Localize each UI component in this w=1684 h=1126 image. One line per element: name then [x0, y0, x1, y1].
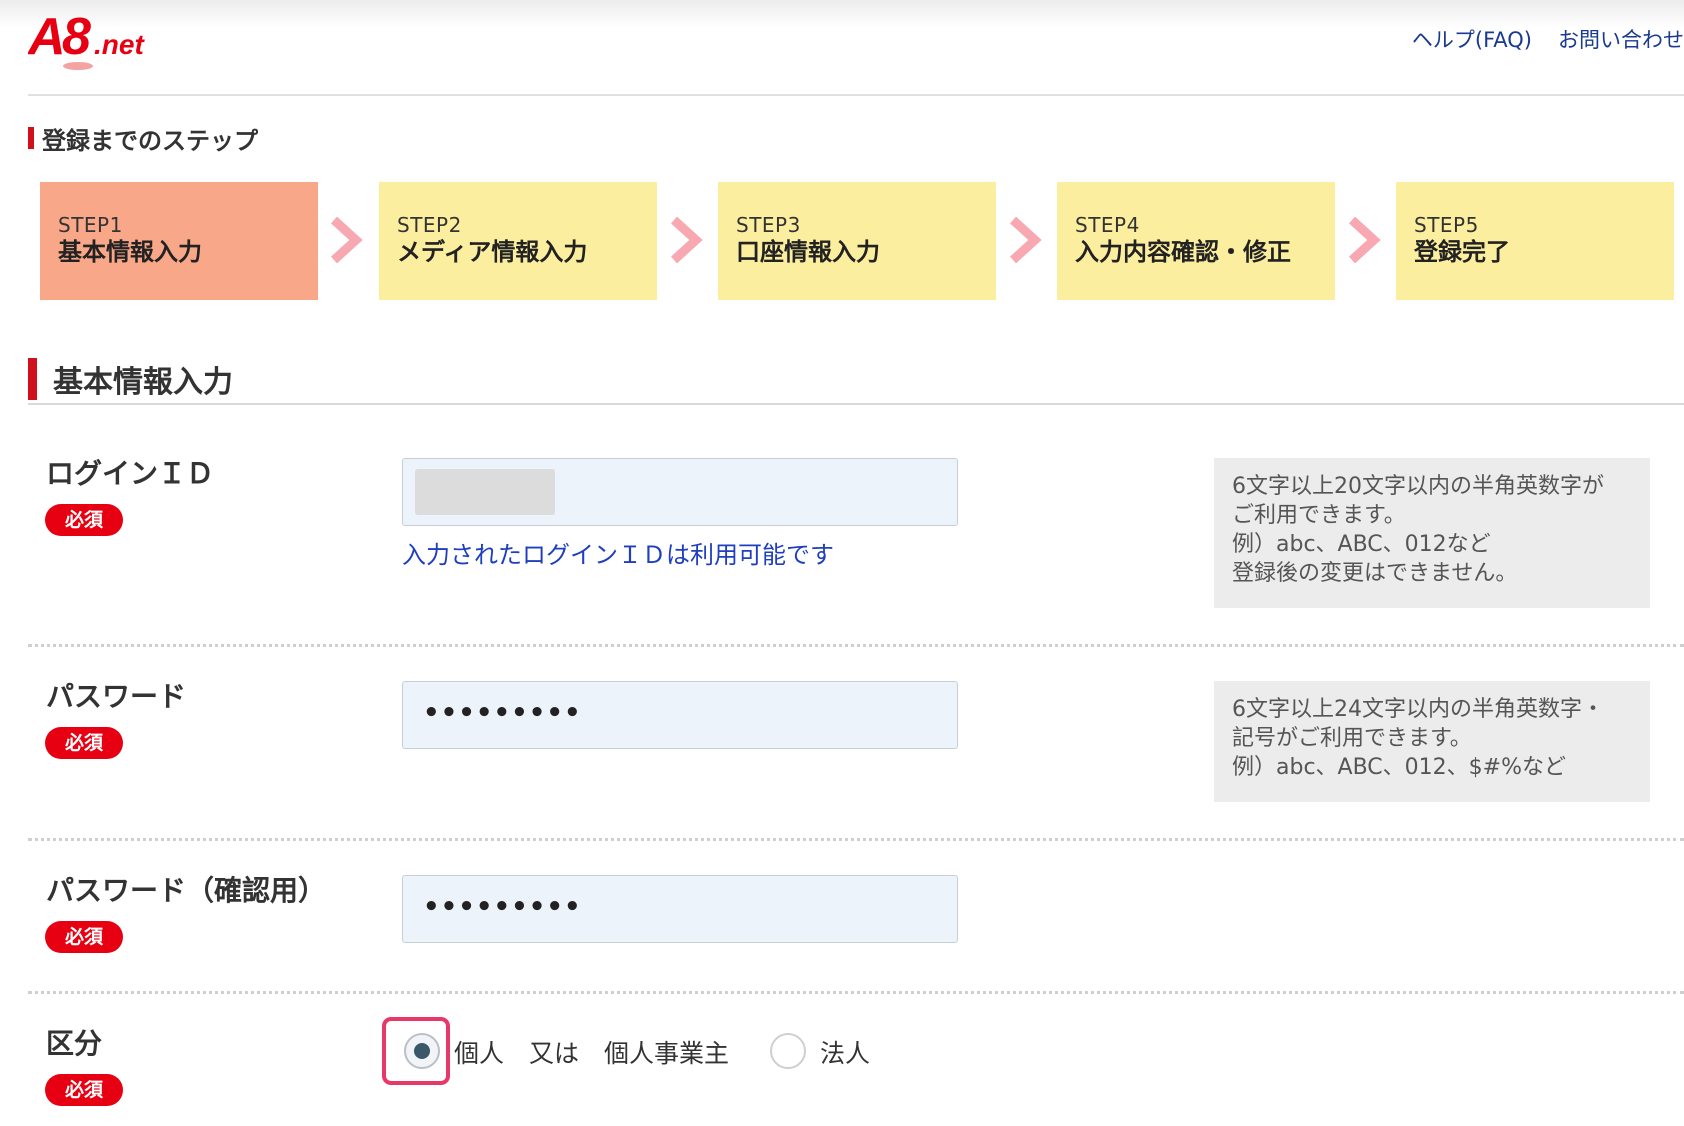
chevron-right-icon [1009, 216, 1042, 264]
password-confirm-label: パスワード（確認用） [46, 874, 327, 907]
login-id-label: ログインＩＤ [46, 457, 215, 490]
field-separator [28, 991, 1684, 994]
password-help: 6文字以上24文字以内の半角英数字・ 記号がご利用できます。 例）abc、ABC… [1214, 681, 1650, 802]
help-line: 6文字以上24文字以内の半角英数字・ [1232, 697, 1604, 722]
login-id-help: 6文字以上20文字以内の半角英数字が ご利用できます。 例）abc、ABC、01… [1214, 458, 1650, 608]
svg-text:A: A [28, 8, 66, 66]
chevron-right-icon [670, 216, 703, 264]
required-badge: 必須 [45, 504, 123, 536]
step-5: STEP5 登録完了 [1396, 182, 1674, 300]
header-links: ヘルプ(FAQ) お問い合わせ [1412, 24, 1684, 54]
header-divider [28, 94, 1684, 96]
step-number: STEP2 [397, 213, 462, 237]
contact-link[interactable]: お問い合わせ [1558, 24, 1684, 54]
radio-individual-label[interactable]: 個人 又は 個人事業主 [454, 1034, 729, 1070]
help-line: 例）abc、ABC、012など [1232, 532, 1491, 557]
password-label: パスワード [46, 680, 187, 713]
a8net-logo[interactable]: A 8 .net [28, 4, 178, 72]
steps-title: 登録までのステップ [42, 126, 258, 155]
password-confirm-input[interactable]: ••••••••• [402, 875, 958, 943]
step-label: 登録完了 [1414, 238, 1510, 266]
required-badge: 必須 [45, 1074, 123, 1106]
section-title: 基本情報入力 [53, 365, 233, 400]
help-faq-link[interactable]: ヘルプ(FAQ) [1412, 24, 1532, 54]
field-separator [28, 644, 1684, 647]
login-id-input[interactable] [402, 458, 958, 526]
step-number: STEP4 [1075, 213, 1140, 237]
required-badge: 必須 [45, 727, 123, 759]
step-number: STEP3 [736, 213, 801, 237]
chevron-right-icon [1348, 216, 1381, 264]
required-badge: 必須 [45, 921, 123, 953]
step-number: STEP1 [58, 213, 123, 237]
help-line: 例）abc、ABC、012、$#%など [1232, 755, 1566, 780]
step-number: STEP5 [1414, 213, 1479, 237]
password-input[interactable]: ••••••••• [402, 681, 958, 749]
help-line: ご利用できます。 [1232, 503, 1406, 528]
password-confirm-value: ••••••••• [423, 892, 582, 922]
step-2: STEP2 メディア情報入力 [379, 182, 657, 300]
radio-corporation-label[interactable]: 法人 [820, 1034, 870, 1070]
step-label: 口座情報入力 [736, 238, 880, 266]
section-heading: 基本情報入力 [28, 358, 233, 400]
section-divider [28, 403, 1684, 405]
step-4: STEP4 入力内容確認・修正 [1057, 182, 1335, 300]
help-line: 6文字以上20文字以内の半角英数字が [1232, 474, 1604, 499]
field-separator [28, 838, 1684, 841]
svg-text:8: 8 [62, 8, 91, 66]
radio-individual[interactable] [404, 1033, 440, 1069]
chevron-right-icon [330, 216, 363, 264]
help-line: 登録後の変更はできません。 [1232, 561, 1518, 586]
svg-text:.net: .net [94, 29, 145, 60]
help-line: 記号がご利用できます。 [1232, 726, 1472, 751]
steps-heading: 登録までのステップ [28, 122, 258, 155]
heading-bar [28, 127, 34, 149]
login-id-status-message: 入力されたログインＩＤは利用可能です [402, 541, 834, 569]
radio-selected-dot [414, 1043, 430, 1059]
step-1: STEP1 基本情報入力 [40, 182, 318, 300]
step-label: 入力内容確認・修正 [1075, 238, 1291, 266]
password-value: ••••••••• [423, 698, 582, 728]
login-id-value [415, 469, 555, 515]
step-label: メディア情報入力 [397, 238, 588, 266]
step-label: 基本情報入力 [58, 238, 202, 266]
heading-bar [28, 358, 37, 400]
radio-corporation[interactable] [770, 1033, 806, 1069]
step-3: STEP3 口座情報入力 [718, 182, 996, 300]
category-label: 区分 [46, 1027, 103, 1060]
